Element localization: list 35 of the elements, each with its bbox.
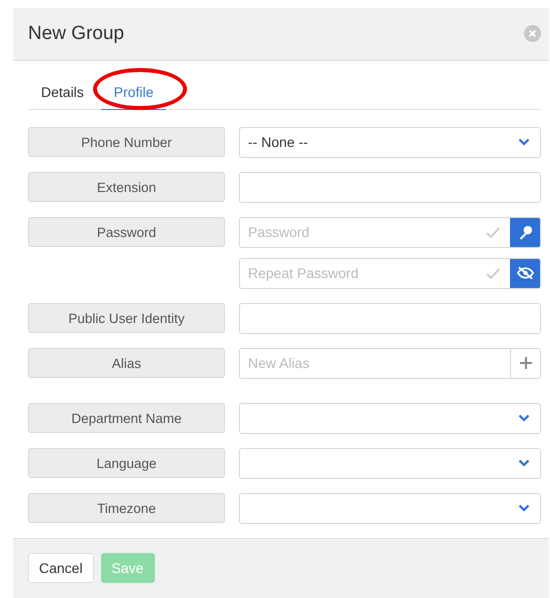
select-field[interactable] <box>239 402 541 434</box>
dialog-title: New Group <box>28 22 124 45</box>
add-button[interactable] <box>510 348 540 378</box>
check-icon <box>486 268 500 279</box>
select-value: -- None -- <box>247 133 309 152</box>
field-label: Timezone <box>28 493 225 524</box>
close-icon[interactable] <box>524 25 541 42</box>
field-label: Alias <box>28 348 225 378</box>
field-label: Password <box>28 217 225 248</box>
select-field[interactable] <box>239 492 541 524</box>
check-icon <box>486 226 500 238</box>
cancel-button[interactable]: Cancel <box>28 553 94 584</box>
eye-slash-icon <box>516 266 534 280</box>
tab[interactable]: Details <box>28 78 97 110</box>
field-label: Language <box>28 448 225 478</box>
alias-field[interactable]: New Alias <box>239 348 541 379</box>
chevron-down-icon <box>518 414 530 422</box>
show-password-button[interactable] <box>510 258 540 288</box>
key-icon <box>518 224 532 240</box>
select-field[interactable] <box>239 448 541 479</box>
tab[interactable]: Profile <box>100 78 166 110</box>
plus-icon <box>520 357 532 370</box>
field-label: Department Name <box>28 403 225 434</box>
chevron-down-icon <box>518 459 530 468</box>
field-label: Extension <box>28 172 225 202</box>
select-field[interactable]: -- None -- <box>239 126 541 158</box>
input-field[interactable] <box>239 172 541 203</box>
password-field[interactable]: Repeat Password <box>239 258 541 289</box>
chevron-down-icon <box>518 138 530 146</box>
input-field[interactable] <box>239 302 541 334</box>
field-label: Phone Number <box>28 127 225 158</box>
field-label: Public User Identity <box>28 303 225 334</box>
chevron-down-icon <box>518 504 530 512</box>
password-field[interactable]: Password <box>239 216 541 248</box>
generate-password-button[interactable] <box>510 218 540 247</box>
